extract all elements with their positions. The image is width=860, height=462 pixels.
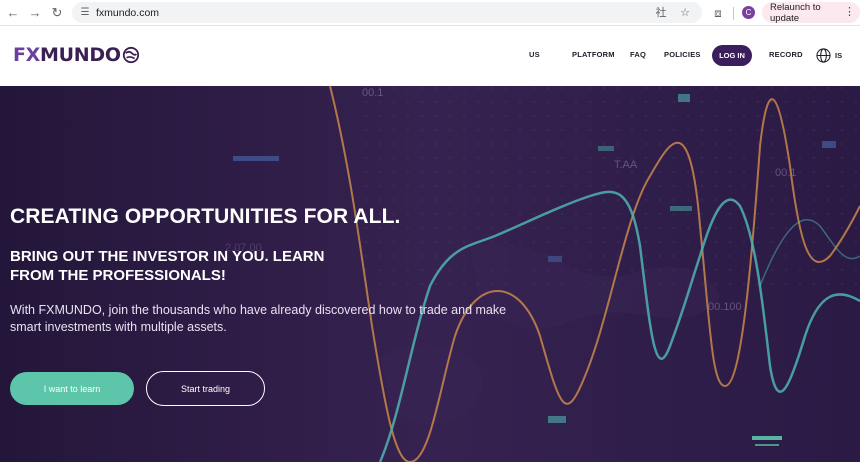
hero-section: 00.1 T.AA 00.1 00.100 2.07.00 CREATING O…	[0, 86, 860, 462]
hero-description: With FXMUNDO, join the thousands who hav…	[10, 303, 507, 334]
globe-icon	[816, 48, 831, 63]
hero-subtitle: BRING OUT THE INVESTOR IN YOU. LEARN FRO…	[10, 248, 325, 284]
address-bar[interactable]: ☰ fxmundo.com 社 ☆	[72, 2, 702, 23]
nav-platform[interactable]: PLATFORM	[572, 50, 615, 59]
translate-icon[interactable]: 社	[652, 3, 670, 21]
language-selector[interactable]: IS	[816, 48, 842, 63]
relaunch-button[interactable]: Relaunch to update ⋮	[762, 1, 860, 24]
nav-policies[interactable]: POLICIES	[664, 50, 701, 59]
reload-icon[interactable]: ↻	[46, 2, 68, 24]
nav-us[interactable]: US	[529, 50, 540, 59]
login-button[interactable]: LOG IN	[712, 45, 752, 66]
toolbar-divider	[733, 7, 734, 20]
menu-dots-icon[interactable]: ⋮	[844, 5, 855, 18]
relaunch-label: Relaunch to update	[770, 1, 821, 24]
start-trading-button[interactable]: Start trading	[146, 371, 265, 406]
extensions-icon[interactable]: ⧈	[708, 3, 728, 23]
nav-faq[interactable]: FAQ	[630, 50, 646, 59]
bg-label-2: T.AA	[614, 159, 638, 171]
site-info-icon[interactable]: ☰	[76, 4, 94, 22]
bg-label-1: 00.1	[362, 87, 383, 99]
language-label: IS	[835, 51, 843, 60]
forward-icon[interactable]: →	[24, 2, 46, 24]
bookmark-star-icon[interactable]: ☆	[676, 3, 694, 21]
hero-title: CREATING OPPORTUNITIES FOR ALL.	[10, 205, 401, 228]
browser-toolbar: ← → ↻ ☰ fxmundo.com 社 ☆ ⧈ C Relaunch to …	[0, 0, 860, 26]
back-icon[interactable]: ←	[2, 2, 24, 24]
bg-label-3: 00.1	[775, 167, 796, 179]
main-nav: US PLATFORM FAQ POLICIES LOG IN RECORD I…	[0, 26, 860, 86]
url-text[interactable]: fxmundo.com	[96, 7, 159, 19]
site-header: FX MUNDO US PLATFORM FAQ POLICIES LOG IN…	[0, 26, 860, 86]
bg-label-4: 00.100	[708, 301, 742, 313]
learn-button[interactable]: I want to learn	[10, 372, 134, 405]
profile-avatar[interactable]: C	[742, 6, 755, 19]
nav-record[interactable]: RECORD	[769, 50, 803, 59]
